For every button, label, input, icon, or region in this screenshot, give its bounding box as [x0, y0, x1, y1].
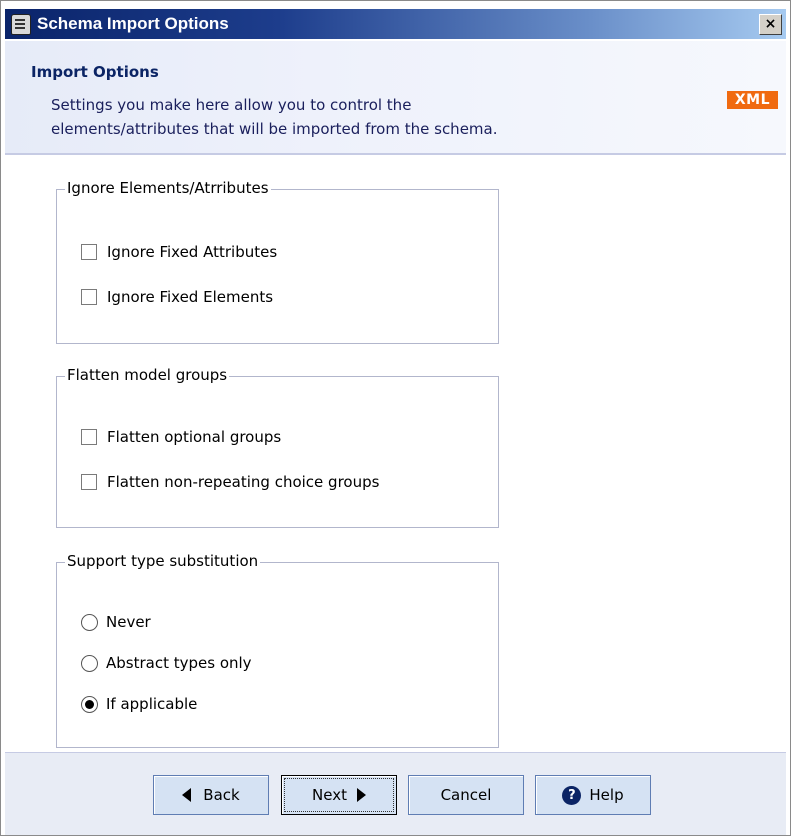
flatten-optional-groups-label[interactable]: Flatten optional groups	[107, 428, 281, 446]
ignore-fixed-elements-checkbox[interactable]	[81, 289, 97, 305]
flatten-model-groups-group: Flatten model groups Flatten optional gr…	[56, 366, 499, 528]
radio-never[interactable]	[81, 613, 98, 631]
next-button[interactable]: Next	[281, 775, 397, 815]
ignore-elements-group-title: Ignore Elements/Atrributes	[65, 179, 271, 197]
next-button-label: Next	[312, 786, 347, 804]
radio-never-option[interactable]: Never	[81, 612, 151, 632]
arrow-right-icon	[356, 788, 366, 802]
type-substitution-group: Support type substitution Never Abstract…	[56, 552, 499, 748]
header-description: Settings you make here allow you to cont…	[51, 93, 671, 141]
radio-abstract-types-label[interactable]: Abstract types only	[106, 654, 252, 672]
back-button-label: Back	[203, 786, 240, 804]
xml-badge: XML	[726, 91, 778, 109]
ignore-fixed-attributes-label[interactable]: Ignore Fixed Attributes	[107, 243, 277, 261]
radio-if-applicable-option[interactable]: If applicable	[81, 694, 197, 714]
header-panel: Import Options Settings you make here al…	[5, 41, 786, 155]
cancel-button-label: Cancel	[440, 786, 492, 804]
window-title: Schema Import Options	[37, 14, 229, 33]
ignore-fixed-elements-label[interactable]: Ignore Fixed Elements	[107, 288, 273, 306]
help-icon: ?	[562, 785, 582, 805]
ignore-fixed-attributes-checkbox[interactable]	[81, 244, 97, 260]
radio-never-label[interactable]: Never	[106, 613, 151, 631]
header-title: Import Options	[31, 63, 159, 81]
close-button[interactable]: ×	[759, 14, 782, 35]
flatten-choice-groups-label[interactable]: Flatten non-repeating choice groups	[107, 473, 379, 491]
type-substitution-title: Support type substitution	[65, 552, 261, 570]
dialog-window: Schema Import Options × Import Options S…	[0, 0, 791, 836]
flatten-model-groups-title: Flatten model groups	[65, 366, 230, 384]
radio-abstract-types-option[interactable]: Abstract types only	[81, 653, 252, 673]
flatten-optional-groups-checkbox[interactable]	[81, 429, 97, 445]
flatten-optional-groups-option[interactable]: Flatten optional groups	[81, 427, 281, 447]
help-button[interactable]: ? Help	[535, 775, 651, 815]
footer-bar: Back Next Cancel ? Help	[5, 752, 786, 835]
radio-if-applicable[interactable]	[81, 695, 98, 713]
ignore-fixed-elements-option[interactable]: Ignore Fixed Elements	[81, 287, 273, 307]
arrow-left-icon	[182, 788, 192, 802]
flatten-choice-groups-option[interactable]: Flatten non-repeating choice groups	[81, 472, 379, 492]
app-icon	[11, 14, 31, 35]
flatten-choice-groups-checkbox[interactable]	[81, 474, 97, 490]
ignore-fixed-attributes-option[interactable]: Ignore Fixed Attributes	[81, 242, 277, 262]
header-description-line-2: elements/attributes that will be importe…	[51, 120, 498, 138]
radio-if-applicable-label[interactable]: If applicable	[106, 695, 197, 713]
radio-abstract-types[interactable]	[81, 654, 98, 672]
title-bar[interactable]: Schema Import Options ×	[5, 9, 786, 39]
header-description-line-1: Settings you make here allow you to cont…	[51, 96, 412, 114]
help-button-label: Help	[589, 786, 624, 804]
back-button[interactable]: Back	[153, 775, 269, 815]
cancel-button[interactable]: Cancel	[408, 775, 524, 815]
ignore-elements-group: Ignore Elements/Atrributes Ignore Fixed …	[56, 179, 499, 344]
